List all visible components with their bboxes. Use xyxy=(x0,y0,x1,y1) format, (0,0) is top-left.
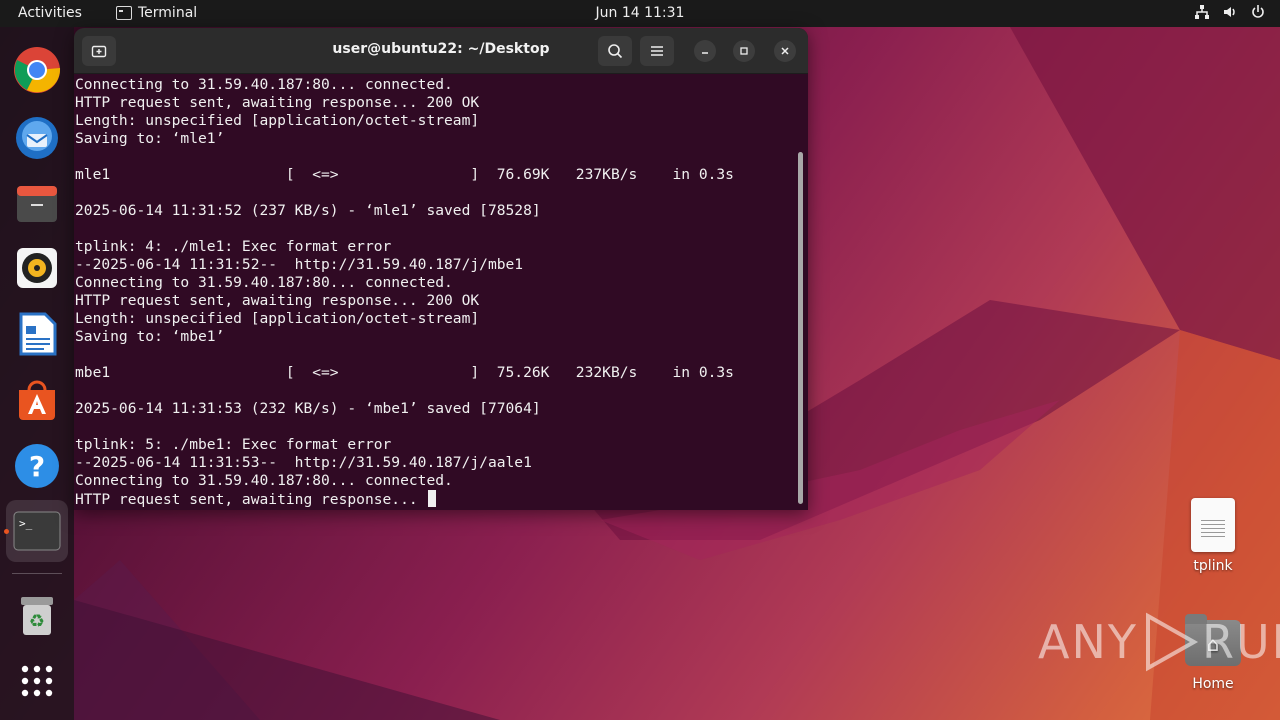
terminal-line: Connecting to 31.59.40.187:80... connect… xyxy=(75,76,453,93)
terminal-line: tplink: 4: ./mle1: Exec format error xyxy=(75,238,392,255)
text-cursor xyxy=(428,490,437,507)
watermark-text-left: ANY xyxy=(1038,615,1138,669)
svg-text:♻: ♻ xyxy=(29,611,45,632)
desktop-icon-label: Home xyxy=(1192,676,1234,692)
text-file-icon xyxy=(1191,498,1235,552)
writer-icon xyxy=(19,312,57,356)
terminal-line: Length: unspecified [application/octet-s… xyxy=(75,310,480,327)
dock-item-chrome[interactable] xyxy=(11,44,63,96)
search-icon xyxy=(608,44,623,59)
dock: ? >_ ♻ xyxy=(0,27,74,720)
watermark: ANY RUN xyxy=(1038,612,1280,672)
svg-text:?: ? xyxy=(29,450,45,483)
dock-item-show-apps[interactable] xyxy=(11,655,63,707)
terminal-headerbar[interactable]: user@ubuntu22: ~/Desktop xyxy=(74,28,808,74)
dock-item-files[interactable] xyxy=(11,176,63,228)
dock-item-trash[interactable]: ♻ xyxy=(11,589,63,641)
chrome-icon xyxy=(14,47,61,93)
terminal-line: HTTP request sent, awaiting response... … xyxy=(75,94,480,111)
running-indicator xyxy=(4,529,9,534)
terminal-line: HTTP request sent, awaiting response... … xyxy=(75,292,480,309)
terminal-line: tplink: 5: ./mbe1: Exec format error xyxy=(75,436,392,453)
terminal-line: Saving to: ‘mbe1’ xyxy=(75,328,225,345)
terminal-line: --2025-06-14 11:31:53-- http://31.59.40.… xyxy=(75,454,532,471)
dock-item-app-center[interactable] xyxy=(11,374,63,426)
terminal-output[interactable]: Connecting to 31.59.40.187:80... connect… xyxy=(74,74,796,510)
minimize-button[interactable] xyxy=(694,40,716,62)
network-icon xyxy=(1195,5,1209,19)
terminal-line: Length: unspecified [application/octet-s… xyxy=(75,112,480,129)
terminal-line: Connecting to 31.59.40.187:80... connect… xyxy=(75,472,453,489)
volume-icon xyxy=(1224,7,1235,17)
svg-text:>_: >_ xyxy=(19,517,33,530)
terminal-window[interactable]: user@ubuntu22: ~/Desktop Connecting to 3… xyxy=(74,28,808,510)
terminal-icon: >_ xyxy=(13,511,61,551)
power-icon xyxy=(1252,5,1264,18)
maximize-button[interactable] xyxy=(733,40,755,62)
rhythmbox-icon xyxy=(17,248,57,288)
trash-icon: ♻ xyxy=(21,597,53,635)
hamburger-icon xyxy=(651,46,663,56)
clock[interactable]: Jun 14 11:31 xyxy=(0,5,1280,21)
watermark-text-right: RUN xyxy=(1201,615,1280,669)
help-icon: ? xyxy=(15,444,59,488)
thunderbird-icon xyxy=(16,117,58,159)
top-bar: Activities Terminal Jun 14 11:31 xyxy=(0,0,1280,27)
dock-item-terminal[interactable]: >_ xyxy=(6,500,68,562)
terminal-line: mbe1 [ <=> ] 75.26K 232KB/s in 0.3s xyxy=(75,364,734,381)
dock-item-help[interactable]: ? xyxy=(11,440,63,492)
scrollbar[interactable] xyxy=(798,152,803,504)
terminal-line: Connecting to 31.59.40.187:80... connect… xyxy=(75,274,453,291)
system-tray[interactable] xyxy=(1194,4,1266,20)
app-center-icon xyxy=(19,380,55,420)
dock-separator xyxy=(12,573,62,574)
play-logo-icon xyxy=(1145,612,1199,672)
terminal-line: mle1 [ <=> ] 76.69K 237KB/s in 0.3s xyxy=(75,166,734,183)
menu-button[interactable] xyxy=(640,36,674,66)
terminal-line: HTTP request sent, awaiting response... xyxy=(75,490,796,508)
terminal-line: 2025-06-14 11:31:53 (232 KB/s) - ‘mbe1’ … xyxy=(75,400,541,417)
minimize-icon xyxy=(702,52,708,54)
files-icon xyxy=(17,186,57,222)
search-button[interactable] xyxy=(598,36,632,66)
dock-item-thunderbird[interactable] xyxy=(11,110,63,162)
grid-icon xyxy=(21,665,53,697)
desktop-icon-tplink[interactable]: tplink xyxy=(1173,498,1253,574)
terminal-line: Saving to: ‘mle1’ xyxy=(75,130,225,147)
close-icon xyxy=(781,47,789,55)
dock-item-writer[interactable] xyxy=(11,308,63,360)
close-button[interactable] xyxy=(774,40,796,62)
terminal-line: 2025-06-14 11:31:52 (237 KB/s) - ‘mle1’ … xyxy=(75,202,541,219)
maximize-icon xyxy=(740,47,748,55)
terminal-line: --2025-06-14 11:31:52-- http://31.59.40.… xyxy=(75,256,524,273)
dock-item-rhythmbox[interactable] xyxy=(11,242,63,294)
desktop-icon-label: tplink xyxy=(1193,558,1233,574)
